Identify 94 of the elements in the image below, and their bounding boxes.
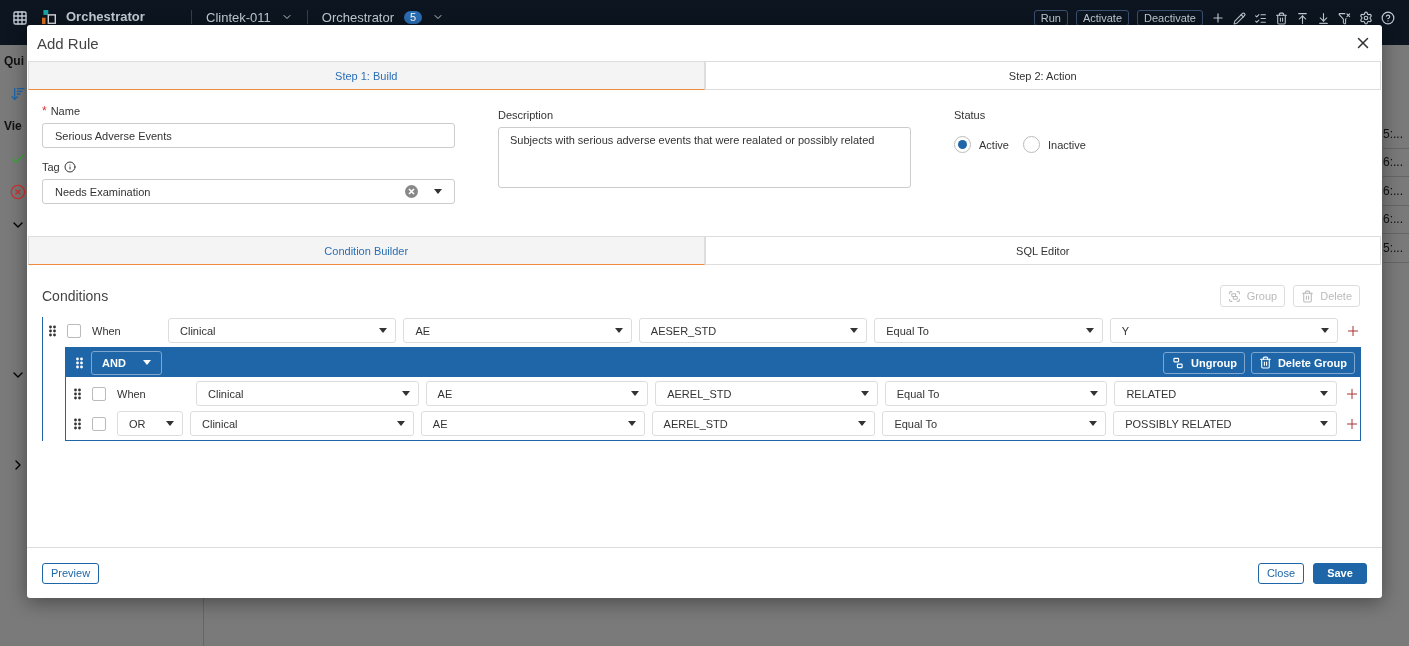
step-tab[interactable]: Step 1: Build: [28, 61, 705, 90]
radio-label: Active: [979, 138, 1009, 151]
field-label: Status: [954, 108, 987, 123]
condition-select[interactable]: POSSIBLY RELATED: [1113, 411, 1337, 436]
caret-icon: [143, 360, 151, 365]
caret-icon: [396, 421, 405, 426]
sidebar-heading: Qui: [4, 53, 24, 70]
field-label: Name: [50, 105, 80, 117]
clear-icon[interactable]: [405, 185, 418, 198]
caret-icon: [1085, 328, 1094, 333]
trash-icon[interactable]: [1275, 11, 1288, 25]
table-cell: 6:...: [1383, 148, 1409, 177]
connector-label: When: [117, 387, 147, 400]
drag-handle-icon[interactable]: [49, 324, 56, 337]
condition-select[interactable]: Clinical: [196, 381, 419, 406]
study-tab[interactable]: Clintek-011: [191, 10, 307, 24]
connector-label: When: [92, 324, 122, 337]
upload-icon[interactable]: [1296, 11, 1309, 25]
description-textarea[interactable]: Subjects with serious adverse events that were realated or possibly related: [498, 127, 911, 188]
tag-select[interactable]: Needs Examination: [42, 179, 455, 204]
checkbox[interactable]: [92, 386, 106, 401]
field-label: Tag: [42, 161, 60, 173]
drag-handle-icon[interactable]: [76, 356, 83, 369]
settings-icon[interactable]: [1359, 11, 1373, 25]
module-tab[interactable]: Orchestrator: [321, 9, 395, 25]
apps-menu-icon[interactable]: [12, 10, 28, 26]
preview-button[interactable]: Preview: [42, 562, 100, 584]
caret-icon: [1319, 391, 1328, 396]
trash-icon: [1258, 356, 1272, 369]
caret-icon: [1089, 421, 1098, 426]
condition-select[interactable]: Y: [1109, 318, 1339, 343]
drag-handle-icon[interactable]: [74, 417, 81, 430]
app-title: Orchestrator: [66, 10, 146, 24]
close-button[interactable]: Close: [1257, 562, 1304, 584]
trash-icon: [1301, 289, 1315, 303]
condition-select[interactable]: AESER_STD: [638, 318, 868, 343]
table-cell: 5:...: [1383, 120, 1409, 149]
condition-select[interactable]: Equal To: [882, 411, 1107, 436]
caret-icon: [1321, 328, 1330, 333]
connector-select[interactable]: OR: [117, 411, 183, 436]
dialog-title: Add Rule: [37, 34, 99, 52]
checkbox[interactable]: [67, 323, 81, 338]
count-badge: 5: [404, 10, 423, 24]
caret-icon: [858, 421, 867, 426]
step-tab[interactable]: Step 2: Action: [704, 61, 1381, 90]
ungroup-icon: [1171, 355, 1186, 370]
caret-icon: [614, 328, 623, 333]
condition-select[interactable]: Equal To: [874, 318, 1103, 343]
info-icon[interactable]: [63, 161, 76, 173]
logo-icon: [42, 10, 56, 24]
name-input[interactable]: Serious Adverse Events: [42, 123, 455, 148]
caret-icon: [1090, 391, 1099, 396]
editor-tab[interactable]: Condition Builder: [28, 236, 705, 265]
caret-icon: [860, 391, 869, 396]
condition-select[interactable]: Clinical: [168, 318, 397, 343]
ungroup-button[interactable]: Ungroup: [1163, 351, 1245, 374]
condition-select[interactable]: AEREL_STD: [655, 381, 878, 406]
sidebar-heading: Vie: [4, 118, 22, 135]
help-icon[interactable]: [1381, 11, 1395, 25]
caret-icon: [1320, 421, 1328, 426]
condition-select[interactable]: AE: [425, 381, 649, 406]
download-icon[interactable]: [1317, 11, 1330, 25]
save-button[interactable]: Save: [1313, 562, 1367, 584]
table-cell: 6:...: [1383, 177, 1409, 206]
section-title: Conditions: [42, 288, 109, 304]
caret-icon: [631, 391, 640, 396]
add-icon[interactable]: [1211, 11, 1225, 25]
caret-icon: [434, 189, 442, 194]
caret-icon: [166, 421, 174, 426]
required-mark: *: [42, 104, 47, 118]
checkbox[interactable]: [92, 416, 106, 431]
error-icon: [10, 183, 26, 200]
editor-tab[interactable]: SQL Editor: [704, 236, 1381, 265]
group-icon: [1227, 289, 1241, 303]
list-icon[interactable]: [1254, 11, 1267, 25]
clear-filter-icon[interactable]: [1338, 11, 1351, 25]
caret-icon: [401, 391, 410, 396]
condition-select[interactable]: AE: [403, 318, 632, 343]
caret-icon: [627, 421, 636, 426]
operator-select[interactable]: AND: [91, 350, 162, 375]
condition-select[interactable]: Clinical: [190, 411, 414, 436]
caret-icon: [379, 328, 388, 333]
condition-select[interactable]: Equal To: [884, 381, 1108, 406]
drag-handle-icon[interactable]: [74, 387, 81, 400]
table-cell: 6:...: [1383, 205, 1409, 234]
field-label: Description: [498, 108, 555, 123]
table-cell: 5:...: [1383, 234, 1409, 263]
delete-group-button[interactable]: Delete Group: [1250, 351, 1355, 374]
condition-select[interactable]: RELATED: [1114, 381, 1337, 406]
edit-icon[interactable]: [1233, 11, 1246, 25]
condition-select[interactable]: AEREL_STD: [651, 411, 876, 436]
caret-icon: [850, 328, 859, 333]
radio-label: Inactive: [1047, 138, 1086, 151]
condition-select[interactable]: AE: [420, 411, 645, 436]
